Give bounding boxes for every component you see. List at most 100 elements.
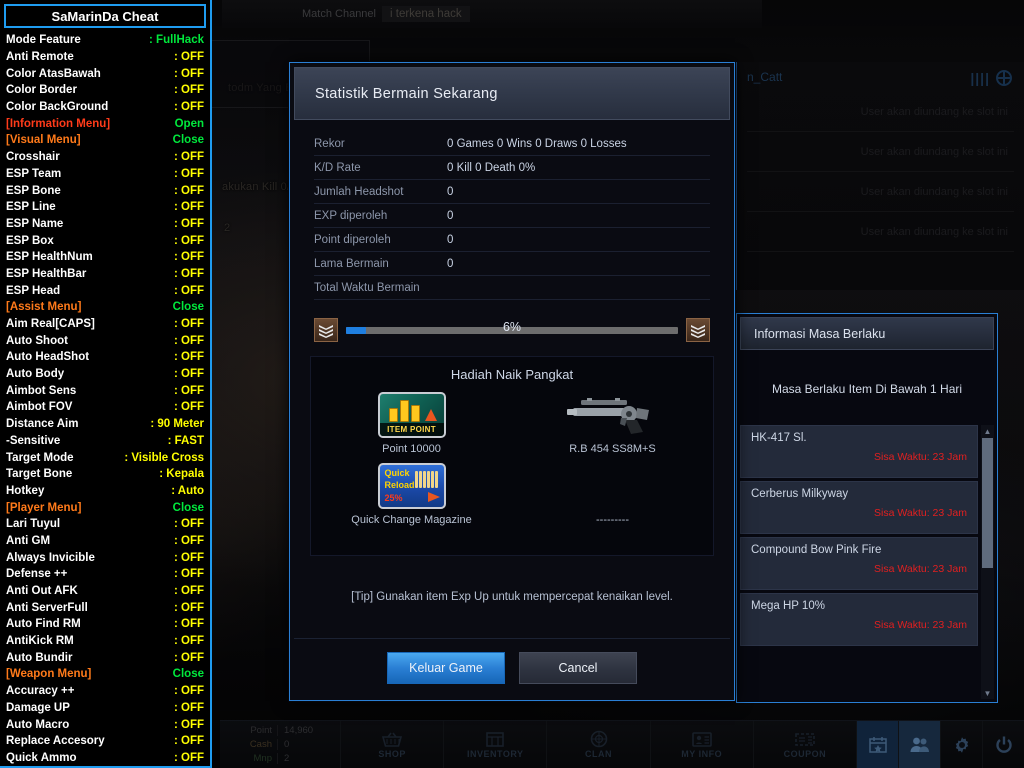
cheat-row[interactable]: Color Border: OFF <box>6 82 204 99</box>
cheat-row[interactable]: Anti Out AFK: OFF <box>6 583 204 600</box>
expiring-item[interactable]: Compound Bow Pink Fire Sisa Waktu: 23 Jam <box>740 537 978 590</box>
cheat-row[interactable]: ESP Name: OFF <box>6 216 204 233</box>
cheat-row[interactable]: ESP HealthNum: OFF <box>6 249 204 266</box>
cheat-row[interactable]: Auto Shoot: OFF <box>6 332 204 349</box>
cheat-row[interactable]: [Information Menu] Open <box>6 115 204 132</box>
cheat-row[interactable]: ESP Box: OFF <box>6 232 204 249</box>
cancel-button[interactable]: Cancel <box>519 651 637 684</box>
cheat-row-value: : OFF <box>173 67 204 80</box>
hud-tab-coupon[interactable]: COUPON <box>752 721 856 768</box>
statistic-label: EXP diperoleh <box>314 209 388 222</box>
dialog-body: Rekor 0 Games 0 Wins 0 Draws 0 Losses K/D … <box>290 124 734 700</box>
statistic-label: Jumlah Headshot <box>314 185 404 198</box>
cheat-row[interactable]: Anti ServerFull: OFF <box>6 599 204 616</box>
cheat-row[interactable]: Defense ++: OFF <box>6 566 204 583</box>
cheat-row[interactable]: Anti Remote: OFF <box>6 49 204 66</box>
cheat-row-value: : Kepala <box>159 468 204 481</box>
cheat-row[interactable]: Always Invicible: OFF <box>6 549 204 566</box>
room-slot[interactable]: User akan diundang ke slot ini <box>747 92 1014 132</box>
cheat-row[interactable]: Replace Accesory: OFF <box>6 733 204 750</box>
cheat-row-value: : OFF <box>173 217 204 230</box>
cheat-row[interactable]: Mode Feature: FullHack <box>6 32 204 49</box>
cheat-row[interactable]: Anti GM: OFF <box>6 533 204 550</box>
cheat-row[interactable]: Quick Ammo: OFF <box>6 750 204 767</box>
room-slot[interactable]: User akan diundang ke slot ini <box>747 132 1014 172</box>
cheat-row[interactable]: Aimbot FOV: OFF <box>6 399 204 416</box>
bg-text-2: 2 <box>224 222 231 234</box>
chevron-rank-icon <box>691 325 705 338</box>
quick-reload-line2: Reload <box>384 480 415 490</box>
progress-percent-label: 6% <box>502 319 522 334</box>
statistic-row: EXP diperoleh 0 <box>314 204 710 228</box>
cheat-row[interactable]: Distance Aim: 90 Meter <box>6 416 204 433</box>
room-slot[interactable]: User akan diundang ke slot ini <box>747 172 1014 212</box>
statistic-row: K/D Rate 0 Kill 0 Death 0% <box>314 156 710 180</box>
bg-text-1: akukan Kill 0/2 <box>222 181 297 193</box>
cheat-row[interactable]: Damage UP: OFF <box>6 700 204 717</box>
cheat-row-label: Crosshair <box>6 151 60 164</box>
info-panel-title: Informasi Masa Berlaku <box>740 317 994 350</box>
id-card-icon <box>691 731 713 748</box>
cheat-row[interactable]: Target Mode: Visible Cross <box>6 449 204 466</box>
cheat-row-value: : OFF <box>173 267 204 280</box>
cheat-row[interactable]: Auto Find RM: OFF <box>6 616 204 633</box>
cheat-row[interactable]: -Sensitive: FAST <box>6 433 204 450</box>
rewards-grid: ITEM POINT Point 10000 R.B 454 SS8M+S Qu… <box>311 392 713 526</box>
cheat-row[interactable]: Aim Real[CAPS]: OFF <box>6 316 204 333</box>
cheat-row[interactable]: Auto Bundir: OFF <box>6 649 204 666</box>
cheat-row[interactable]: Auto Body: OFF <box>6 366 204 383</box>
cheat-row[interactable]: Accuracy ++: OFF <box>6 683 204 700</box>
cheat-row[interactable]: [Weapon Menu] Close <box>6 666 204 683</box>
power-button[interactable] <box>982 721 1024 768</box>
cheat-row[interactable]: [Visual Menu] Close <box>6 132 204 149</box>
scrollbar-thumb[interactable] <box>982 438 993 568</box>
cheat-row[interactable]: ESP Head: OFF <box>6 282 204 299</box>
statistic-label: Lama Bermain <box>314 257 389 270</box>
room-slot[interactable]: User akan diundang ke slot ini <box>747 212 1014 252</box>
cheat-row-label: AntiKick RM <box>6 635 74 648</box>
expiring-item[interactable]: HK-417 Sl. Sisa Waktu: 23 Jam <box>740 425 978 478</box>
cheat-row-value: : OFF <box>173 384 204 397</box>
statistic-label: Total Waktu Bermain <box>314 281 420 294</box>
settings-button[interactable] <box>940 721 982 768</box>
info-scrollbar[interactable]: ▲ ▼ <box>981 425 994 699</box>
cheat-row[interactable]: [Assist Menu] Close <box>6 299 204 316</box>
hud-tab-myinfo[interactable]: MY INFO <box>649 721 753 768</box>
cheat-row-value: : OFF <box>173 251 204 264</box>
expiring-item[interactable]: Mega HP 10% Sisa Waktu: 23 Jam <box>740 593 978 646</box>
expiring-item-name: Compound Bow Pink Fire <box>751 544 882 556</box>
gear-icon <box>952 735 972 755</box>
cheat-row-value: : OFF <box>173 518 204 531</box>
cheat-row[interactable]: Hotkey: Auto <box>6 483 204 500</box>
cheat-row[interactable]: Aimbot Sens: OFF <box>6 382 204 399</box>
cheat-row[interactable]: Auto Macro: OFF <box>6 716 204 733</box>
cheat-row[interactable]: ESP Line: OFF <box>6 199 204 216</box>
cheat-row-value: : OFF <box>173 234 204 247</box>
cheat-row[interactable]: Crosshair: OFF <box>6 149 204 166</box>
cheat-row[interactable]: Auto HeadShot: OFF <box>6 349 204 366</box>
statistic-row: Rekor 0 Games 0 Wins 0 Draws 0 Losses <box>314 132 710 156</box>
currency-label-mnp: Mnp <box>220 753 278 764</box>
scroll-up-arrow[interactable]: ▲ <box>981 425 994 437</box>
calendar-star-button[interactable] <box>856 721 898 768</box>
cheat-row[interactable]: ESP Team: OFF <box>6 166 204 183</box>
cheat-row[interactable]: AntiKick RM: OFF <box>6 633 204 650</box>
cheat-row[interactable]: ESP Bone: OFF <box>6 182 204 199</box>
cheat-row[interactable]: Color BackGround: OFF <box>6 99 204 116</box>
scroll-down-arrow[interactable]: ▼ <box>981 687 994 699</box>
friends-button[interactable] <box>898 721 940 768</box>
cheat-row[interactable]: ESP HealthBar: OFF <box>6 266 204 283</box>
cheat-row[interactable]: [Player Menu] Close <box>6 499 204 516</box>
hud-tab-clan[interactable]: CLAN <box>546 721 649 768</box>
cheat-row-label: ESP Line <box>6 201 56 214</box>
expiring-item[interactable]: Cerberus Milkyway Sisa Waktu: 23 Jam <box>740 481 978 534</box>
reward-item-empty: --------- <box>512 463 713 526</box>
hud-tab-inventory[interactable]: INVENTORY <box>443 721 546 768</box>
friends-icon <box>909 735 931 754</box>
cheat-row[interactable]: Color AtasBawah: OFF <box>6 65 204 82</box>
keluar-game-button[interactable]: Keluar Game <box>387 651 505 684</box>
hud-tab-label: CLAN <box>585 749 612 759</box>
cheat-row[interactable]: Lari Tuyul: OFF <box>6 516 204 533</box>
cheat-row[interactable]: Target Bone: Kepala <box>6 466 204 483</box>
hud-tab-shop[interactable]: SHOP <box>340 721 443 768</box>
